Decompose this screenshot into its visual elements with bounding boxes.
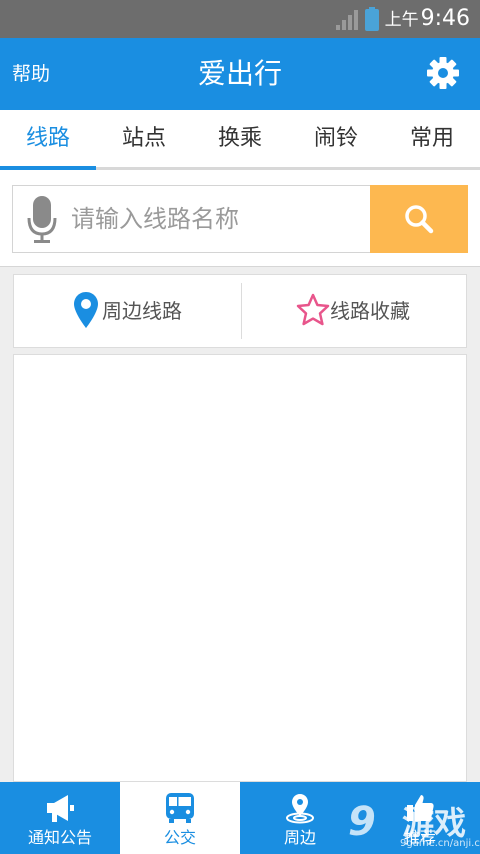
microphone-icon[interactable] bbox=[27, 196, 57, 244]
tab-bar: 线路 站点 换乘 闹铃 常用 bbox=[0, 110, 480, 170]
gear-icon[interactable] bbox=[426, 56, 460, 90]
nav-recommend-label: 推荐 bbox=[403, 828, 436, 847]
location-pin-icon bbox=[74, 292, 98, 328]
quick-actions: 周边线路 线路收藏 bbox=[13, 274, 467, 348]
star-icon bbox=[296, 293, 330, 326]
nav-notices-label: 通知公告 bbox=[27, 828, 92, 847]
search-area bbox=[0, 170, 480, 267]
nearby-pin-icon bbox=[286, 794, 314, 824]
search-input[interactable] bbox=[71, 186, 361, 252]
tab-favorites[interactable]: 常用 bbox=[384, 110, 480, 167]
page-title: 爱出行 bbox=[197, 57, 282, 90]
tab-lines[interactable]: 线路 bbox=[0, 110, 96, 170]
status-bar: 上午9:46 bbox=[0, 0, 480, 38]
search-button[interactable] bbox=[370, 185, 468, 253]
tab-alarm[interactable]: 闹铃 bbox=[288, 110, 384, 167]
thumbs-up-icon bbox=[407, 795, 434, 821]
nav-notices[interactable]: 通知公告 bbox=[0, 782, 120, 854]
megaphone-icon bbox=[47, 795, 74, 822]
search-box bbox=[12, 185, 370, 253]
nav-nearby[interactable]: 周边 bbox=[240, 782, 360, 854]
favorite-lines-button[interactable]: 线路收藏 bbox=[242, 275, 469, 347]
favorite-lines-label: 线路收藏 bbox=[330, 299, 410, 323]
status-clock: 上午9:46 bbox=[384, 6, 470, 31]
title-bar: 帮助 爱出行 bbox=[0, 38, 480, 110]
nav-bus-label: 公交 bbox=[163, 828, 196, 847]
nearby-lines-button[interactable]: 周边线路 bbox=[14, 275, 241, 347]
nav-bus[interactable]: 公交 bbox=[120, 782, 240, 854]
tab-stations[interactable]: 站点 bbox=[96, 110, 192, 167]
line-list-panel bbox=[13, 354, 467, 782]
bus-icon bbox=[166, 793, 194, 823]
search-icon bbox=[405, 205, 434, 234]
tab-transfer[interactable]: 换乘 bbox=[192, 110, 288, 167]
nav-nearby-label: 周边 bbox=[283, 828, 316, 847]
bottom-nav: 通知公告 公交 周边 推荐 bbox=[0, 782, 480, 854]
signal-icon bbox=[336, 10, 358, 30]
nav-recommend[interactable]: 推荐 bbox=[360, 782, 480, 854]
nearby-lines-label: 周边线路 bbox=[102, 299, 182, 323]
battery-icon bbox=[365, 7, 379, 31]
